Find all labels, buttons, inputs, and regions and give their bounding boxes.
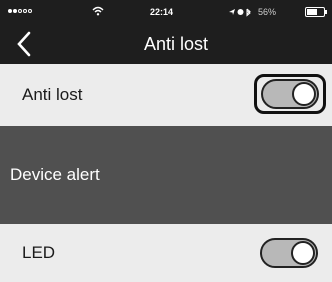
status-icons [228, 7, 254, 19]
wifi-icon [92, 6, 104, 18]
signal-strength-icon [8, 9, 32, 13]
battery-percentage: 56% [258, 7, 277, 17]
page-title: Anti lost [143, 34, 209, 54]
anti-lost-row: Anti lost [0, 64, 332, 126]
toggle-knob [291, 241, 315, 265]
anti-lost-label: Anti lost [22, 85, 83, 104]
led-toggle-wrap [260, 238, 318, 268]
anti-lost-toggle-highlight [254, 74, 326, 114]
location-arrow-icon [229, 9, 235, 15]
alarm-icon [237, 9, 244, 15]
led-label: LED [22, 243, 56, 262]
status-bar: 22:14 56% [0, 0, 332, 24]
battery-icon [305, 7, 327, 17]
toggle-knob [292, 82, 316, 106]
device-alert-label: Device alert [10, 165, 100, 184]
led-toggle[interactable] [260, 238, 318, 268]
status-time: 22:14 [150, 7, 174, 17]
navigation-bar: Anti lost [0, 24, 332, 64]
bluetooth-icon [246, 8, 251, 17]
led-row: LED [0, 224, 332, 282]
anti-lost-toggle[interactable] [261, 79, 319, 109]
device-alert-section: Device alert [0, 126, 332, 224]
